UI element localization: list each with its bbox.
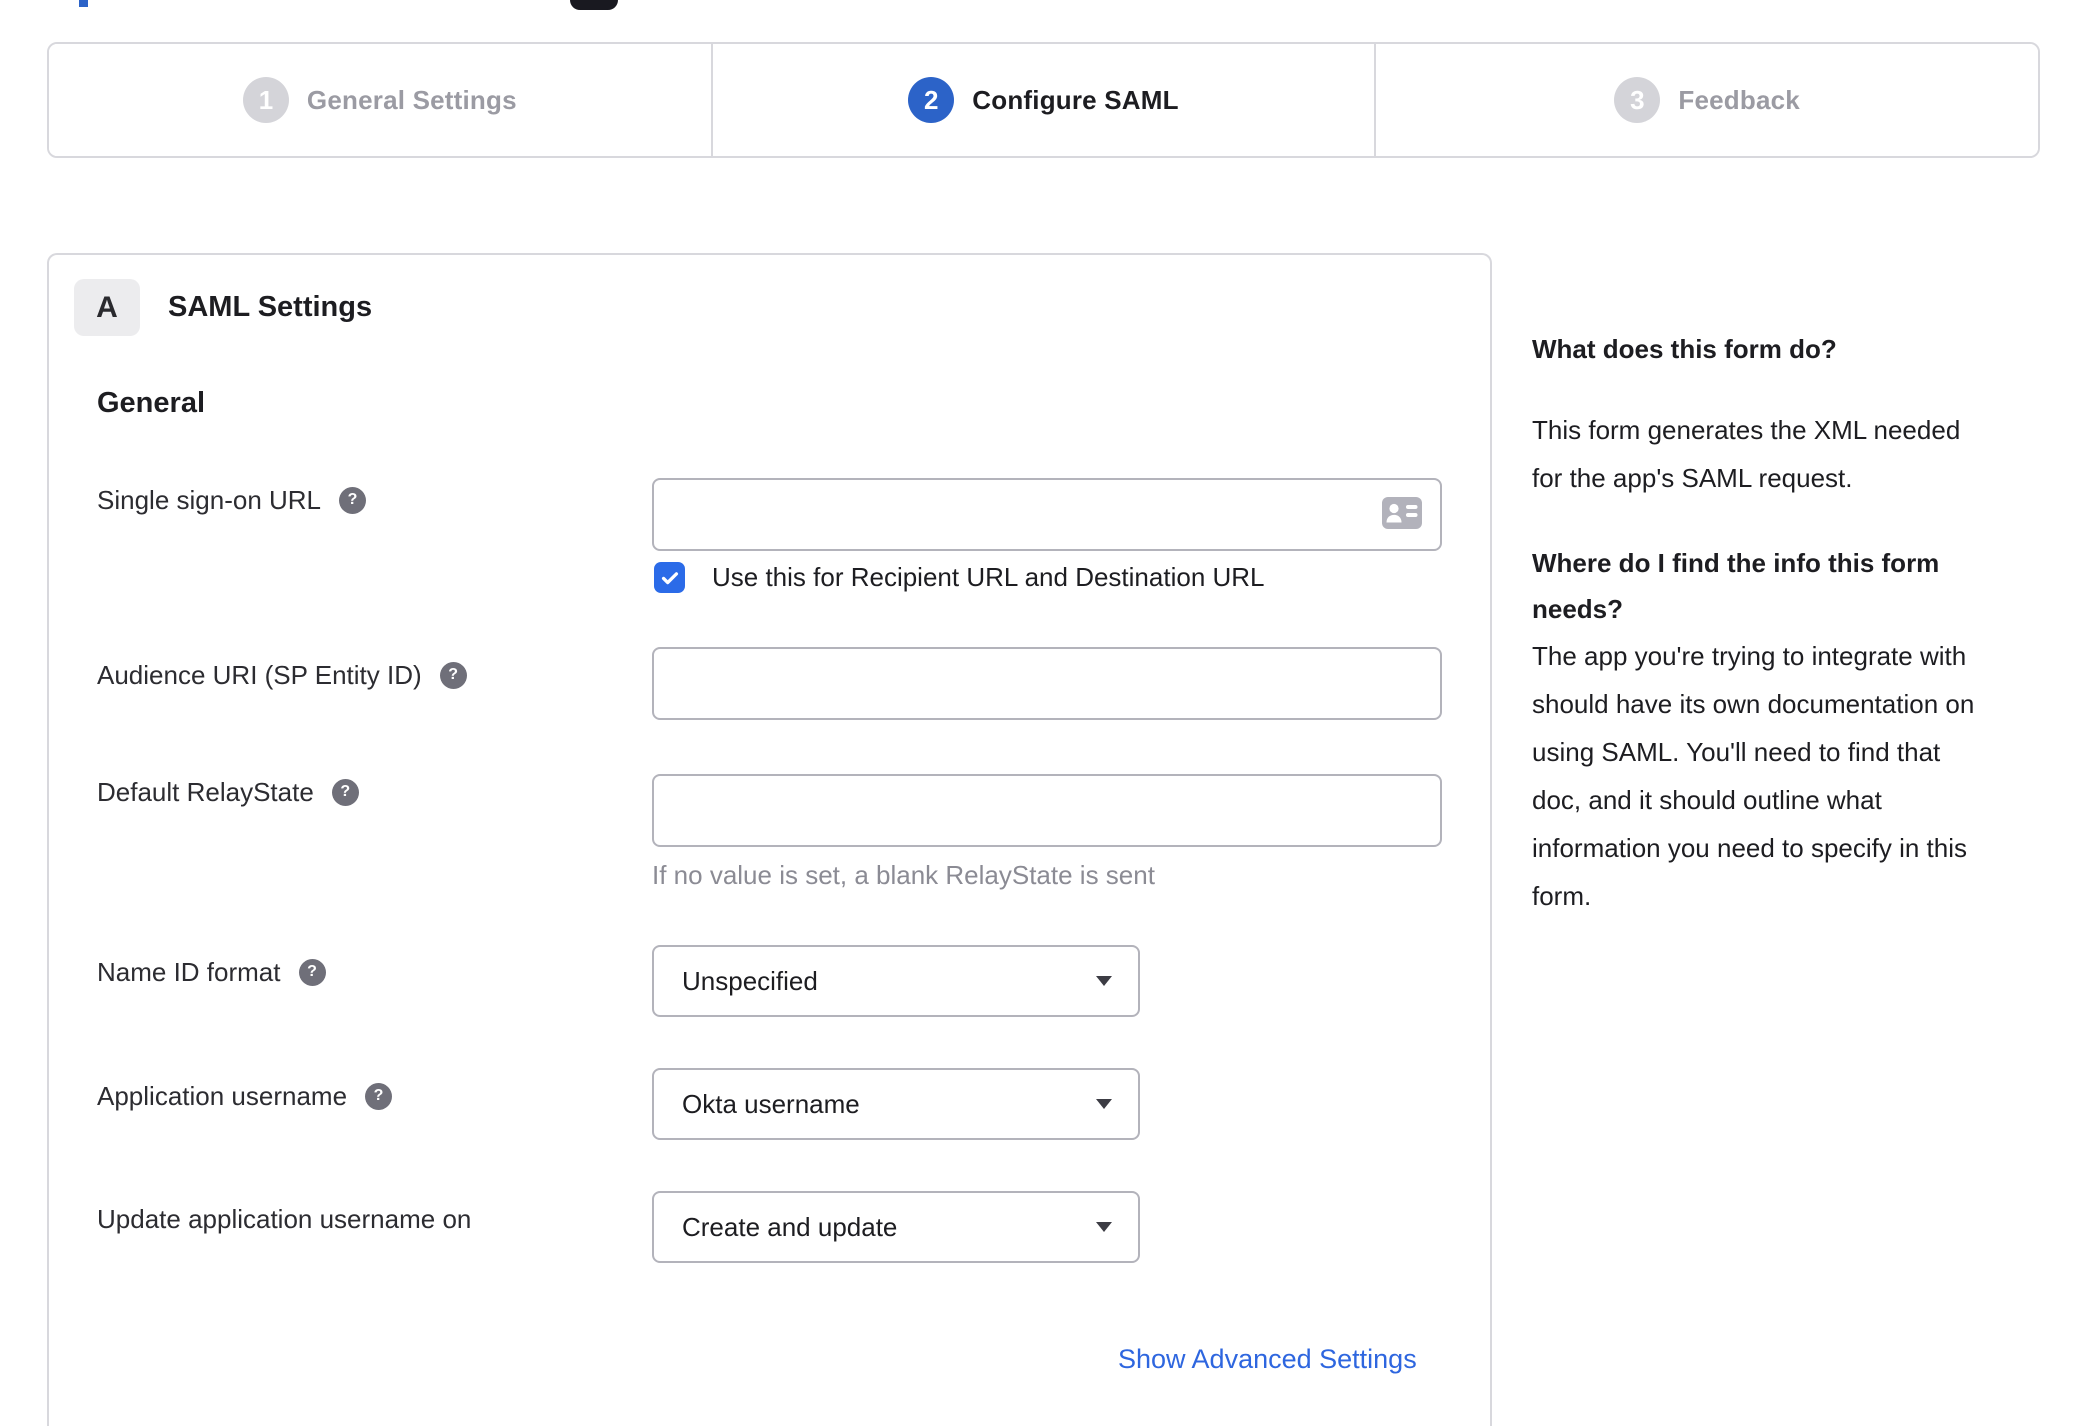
help-icon[interactable]: ? xyxy=(365,1082,393,1110)
help-paragraph-where: The app you're trying to integrate with … xyxy=(1532,641,1975,911)
checkmark-icon xyxy=(661,571,678,584)
step-label: Feedback xyxy=(1678,84,1800,115)
relaystate-helper-text: If no value is set, a blank RelayState i… xyxy=(652,860,1155,890)
application-username-label-row: Application username ? xyxy=(97,1079,393,1113)
chevron-down-icon xyxy=(1096,976,1112,986)
field-label: Name ID format xyxy=(97,957,281,987)
clipped-title-fragment-blue xyxy=(79,0,88,7)
question-mark-glyph: ? xyxy=(347,491,358,508)
field-label: Single sign-on URL xyxy=(97,485,322,515)
help-icon[interactable]: ? xyxy=(439,661,467,689)
contact-card-icon[interactable] xyxy=(1382,497,1422,534)
sso-url-label-row: Single sign-on URL ? xyxy=(97,483,367,517)
step-number-badge: 3 xyxy=(1614,77,1661,123)
help-heading-what: What does this form do? xyxy=(1532,334,1837,364)
configure-saml-screen: 1 General Settings 2 Configure SAML 3 Fe… xyxy=(0,0,2092,1426)
step-feedback[interactable]: 3 Feedback xyxy=(1374,44,2038,156)
question-mark-glyph: ? xyxy=(373,1087,384,1104)
help-paragraph-what: This form generates the XML needed for t… xyxy=(1532,415,1961,493)
saml-settings-panel: A SAML Settings General Single sign-on U… xyxy=(47,253,1492,1426)
select-value: Unspecified xyxy=(682,965,818,996)
recipient-url-checkbox-row: Use this for Recipient URL and Destinati… xyxy=(654,562,1265,593)
show-advanced-settings-link[interactable]: Show Advanced Settings xyxy=(1118,1344,1417,1375)
update-app-username-select[interactable]: Create and update xyxy=(652,1191,1140,1263)
chevron-down-icon xyxy=(1096,1222,1112,1232)
chevron-down-icon xyxy=(1096,1099,1112,1109)
help-icon[interactable]: ? xyxy=(339,486,367,514)
field-label: Application username xyxy=(97,1081,348,1111)
audience-uri-label-row: Audience URI (SP Entity ID) ? xyxy=(97,658,467,692)
step-label: Configure SAML xyxy=(972,84,1179,115)
section-header: A SAML Settings xyxy=(74,279,372,336)
help-icon[interactable]: ? xyxy=(298,958,326,986)
step-number-badge: 2 xyxy=(908,77,955,123)
name-id-format-select[interactable]: Unspecified xyxy=(652,945,1140,1017)
step-number-badge: 1 xyxy=(242,77,289,123)
default-relaystate-input[interactable] xyxy=(652,774,1442,847)
question-mark-glyph: ? xyxy=(340,783,351,800)
step-general-settings[interactable]: 1 General Settings xyxy=(49,44,711,156)
field-label: Audience URI (SP Entity ID) xyxy=(97,660,422,690)
question-mark-glyph: ? xyxy=(448,666,459,683)
select-value: Create and update xyxy=(682,1211,898,1242)
sso-url-input[interactable] xyxy=(652,478,1442,551)
subsection-title: General xyxy=(97,387,205,419)
step-label: General Settings xyxy=(306,84,517,115)
recipient-url-checkbox[interactable] xyxy=(654,562,685,593)
help-sidebar: What does this form do? This form genera… xyxy=(1532,326,2032,958)
wizard-stepper: 1 General Settings 2 Configure SAML 3 Fe… xyxy=(47,42,2040,158)
section-badge: A xyxy=(74,279,140,336)
name-id-format-label-row: Name ID format ? xyxy=(97,955,326,989)
section-title: SAML Settings xyxy=(168,291,373,323)
checkbox-label: Use this for Recipient URL and Destinati… xyxy=(712,562,1265,592)
clipped-title-fragment-dark xyxy=(570,0,618,10)
step-configure-saml[interactable]: 2 Configure SAML xyxy=(710,44,1375,156)
update-app-username-label-row: Update application username on xyxy=(97,1202,471,1236)
application-username-select[interactable]: Okta username xyxy=(652,1068,1140,1140)
field-label: Update application username on xyxy=(97,1204,472,1234)
question-mark-glyph: ? xyxy=(307,963,317,980)
audience-uri-input[interactable] xyxy=(652,647,1442,720)
select-value: Okta username xyxy=(682,1088,860,1119)
default-relaystate-label-row: Default RelayState ? xyxy=(97,775,359,809)
field-label: Default RelayState xyxy=(97,777,314,807)
help-icon[interactable]: ? xyxy=(331,778,359,806)
help-heading-where: Where do I find the info this form needs… xyxy=(1532,548,1940,624)
